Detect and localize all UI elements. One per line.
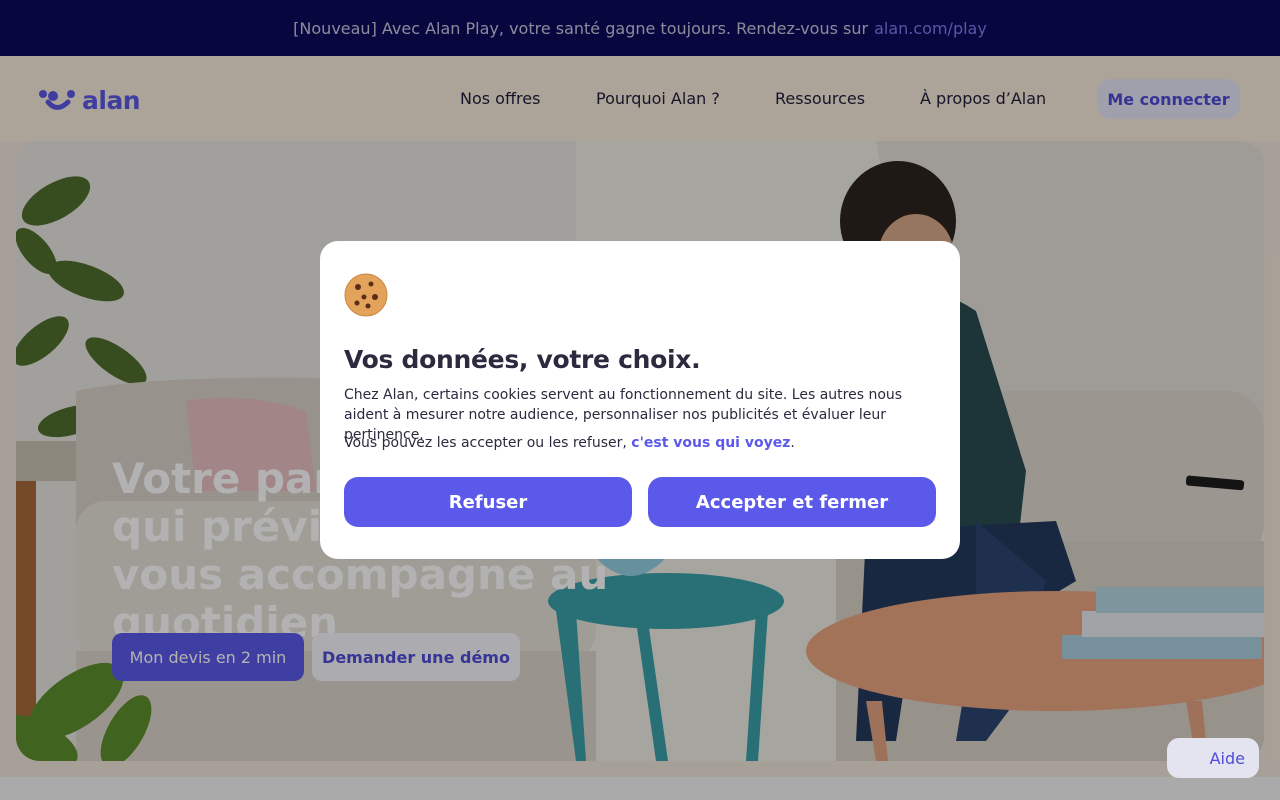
- modal-title: Vos données, votre choix.: [344, 345, 701, 374]
- cookie-icon: [344, 273, 388, 321]
- modal-choice-text: Vous pouvez les accepter ou les refuser,…: [344, 433, 944, 453]
- help-button[interactable]: Aide: [1167, 738, 1259, 778]
- refuse-cookies-button[interactable]: Refuser: [344, 477, 632, 527]
- cookie-consent-modal: Vos données, votre choix. Chez Alan, cer…: [320, 241, 960, 559]
- modal-choice-link[interactable]: c'est vous qui voyez: [631, 435, 790, 451]
- modal-choice-suffix: .: [790, 435, 795, 451]
- help-label: Aide: [1209, 748, 1245, 768]
- modal-choice-prefix: Vous pouvez les accepter ou les refuser,: [344, 435, 627, 451]
- accept-cookies-button[interactable]: Accepter et fermer: [648, 477, 936, 527]
